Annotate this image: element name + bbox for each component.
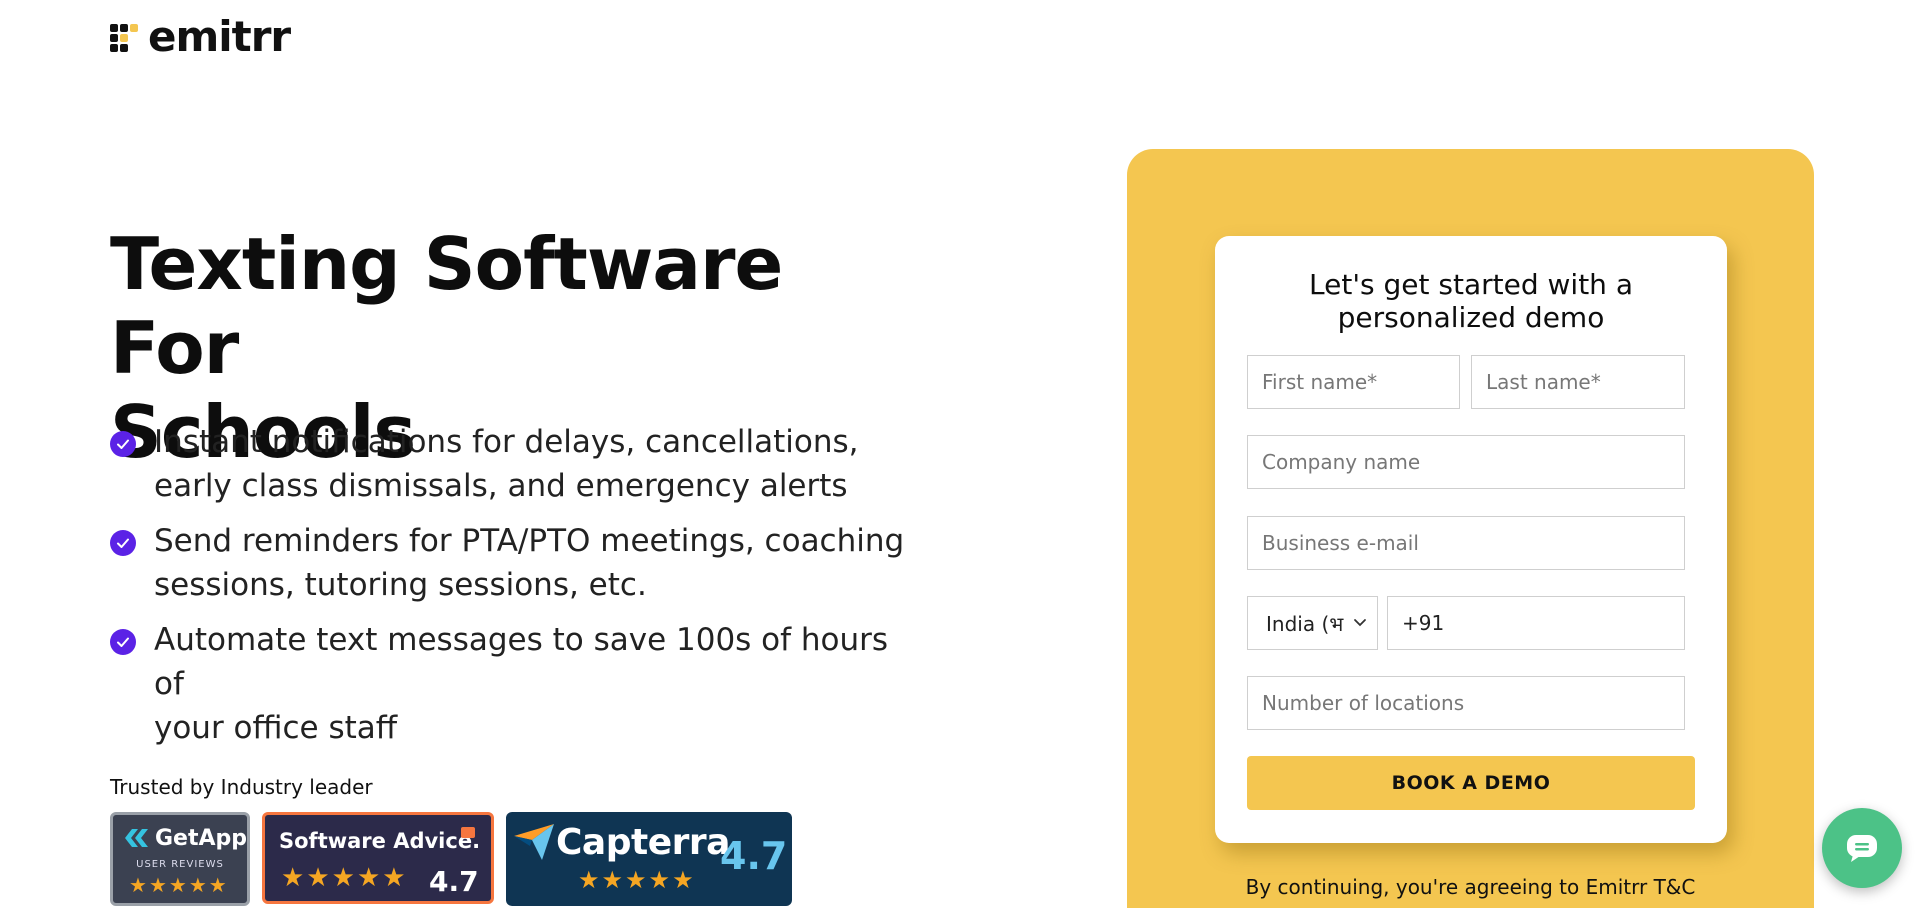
feature-item: Send reminders for PTA/PTO meetings, coa… (110, 519, 910, 607)
getapp-name: GetApp (155, 826, 248, 851)
country-select-value: India (भ (1266, 611, 1344, 636)
star-icon: ★ (356, 863, 381, 893)
star-icon: ★ (188, 873, 207, 897)
capterra-stars: ★ ★ ★ ★ ★ (578, 868, 694, 892)
star-half-icon: ★ (208, 873, 227, 897)
last-name-input[interactable] (1471, 355, 1685, 409)
emitrr-logo-icon (110, 22, 140, 52)
capterra-name: Capterra (556, 822, 730, 863)
feature-text: Automate text messages to save 100s of h… (154, 618, 910, 750)
business-email-input[interactable] (1247, 516, 1685, 570)
demo-form-card: Let's get started with a personalized de… (1215, 236, 1727, 843)
speech-bubble-icon (461, 827, 475, 838)
feature-text-line: early class dismissals, and emergency al… (154, 468, 848, 504)
trusted-label: Trusted by Industry leader (110, 775, 373, 799)
star-icon: ★ (281, 863, 305, 893)
getapp-badge[interactable]: GetApp USER REVIEWS ★ ★ ★ ★ ★ (110, 812, 250, 906)
star-icon: ★ (601, 866, 624, 894)
country-select[interactable]: India (भ (1247, 596, 1378, 650)
brand-logo[interactable]: emitrr (110, 12, 291, 61)
feature-text-line: Instant notifications for delays, cancel… (154, 424, 859, 460)
check-circle-icon (110, 530, 136, 556)
getapp-logo-icon (125, 829, 148, 847)
feature-text-line: your office staff (154, 710, 398, 746)
star-icon: ★ (168, 873, 187, 897)
star-icon: ★ (129, 873, 147, 897)
check-circle-icon (110, 431, 136, 457)
star-half-icon: ★ (382, 863, 406, 893)
getapp-subtitle: USER REVIEWS (136, 859, 224, 870)
form-title-line1: Let's get started with a (1309, 268, 1633, 301)
star-icon: ★ (625, 866, 647, 894)
chat-bubble-icon (1847, 835, 1877, 862)
chat-button[interactable] (1822, 808, 1902, 888)
star-icon: ★ (578, 866, 600, 894)
feature-text: Send reminders for PTA/PTO meetings, coa… (154, 519, 904, 607)
capterra-badge[interactable]: Capterra ★ ★ ★ ★ ★ 4.7 (506, 812, 792, 906)
feature-item: Automate text messages to save 100s of h… (110, 618, 910, 750)
review-badges: GetApp USER REVIEWS ★ ★ ★ ★ ★ Software A… (110, 812, 792, 906)
software-advice-stars: ★ ★ ★ ★ ★ (281, 865, 406, 891)
star-icon: ★ (148, 873, 167, 897)
form-title: Let's get started with a personalized de… (1215, 268, 1727, 334)
star-icon: ★ (306, 863, 330, 893)
feature-text-line: sessions, tutoring sessions, etc. (154, 567, 647, 603)
capterra-logo-icon (514, 824, 554, 860)
feature-text-line: Send reminders for PTA/PTO meetings, coa… (154, 523, 905, 559)
terms-text: By continuing, you're agreeing to Emitrr… (1245, 875, 1696, 899)
brand-name: emitrr (148, 12, 291, 61)
check-circle-icon (110, 629, 136, 655)
form-title-line2: personalized demo (1337, 301, 1605, 334)
software-advice-name: Software Advice. (279, 829, 481, 853)
locations-input[interactable] (1247, 676, 1685, 730)
feature-list: Instant notifications for delays, cancel… (110, 420, 910, 761)
getapp-stars: ★ ★ ★ ★ ★ (129, 875, 227, 895)
star-icon: ★ (331, 863, 355, 893)
phone-input[interactable] (1387, 596, 1685, 650)
book-demo-button[interactable]: BOOK A DEMO (1247, 756, 1695, 810)
feature-text-line: Automate text messages to save 100s of h… (154, 622, 889, 702)
page-title-line1: Texting Software For (110, 222, 783, 390)
software-advice-score: 4.7 (429, 865, 479, 898)
feature-item: Instant notifications for delays, cancel… (110, 420, 910, 508)
feature-text: Instant notifications for delays, cancel… (154, 420, 859, 508)
star-half-icon: ★ (672, 866, 694, 894)
first-name-input[interactable] (1247, 355, 1460, 409)
company-name-input[interactable] (1247, 435, 1685, 489)
software-advice-badge[interactable]: Software Advice. ★ ★ ★ ★ ★ 4.7 (262, 812, 494, 904)
capterra-score: 4.7 (720, 834, 788, 878)
star-icon: ★ (648, 866, 671, 894)
chevron-down-icon (1354, 619, 1366, 627)
